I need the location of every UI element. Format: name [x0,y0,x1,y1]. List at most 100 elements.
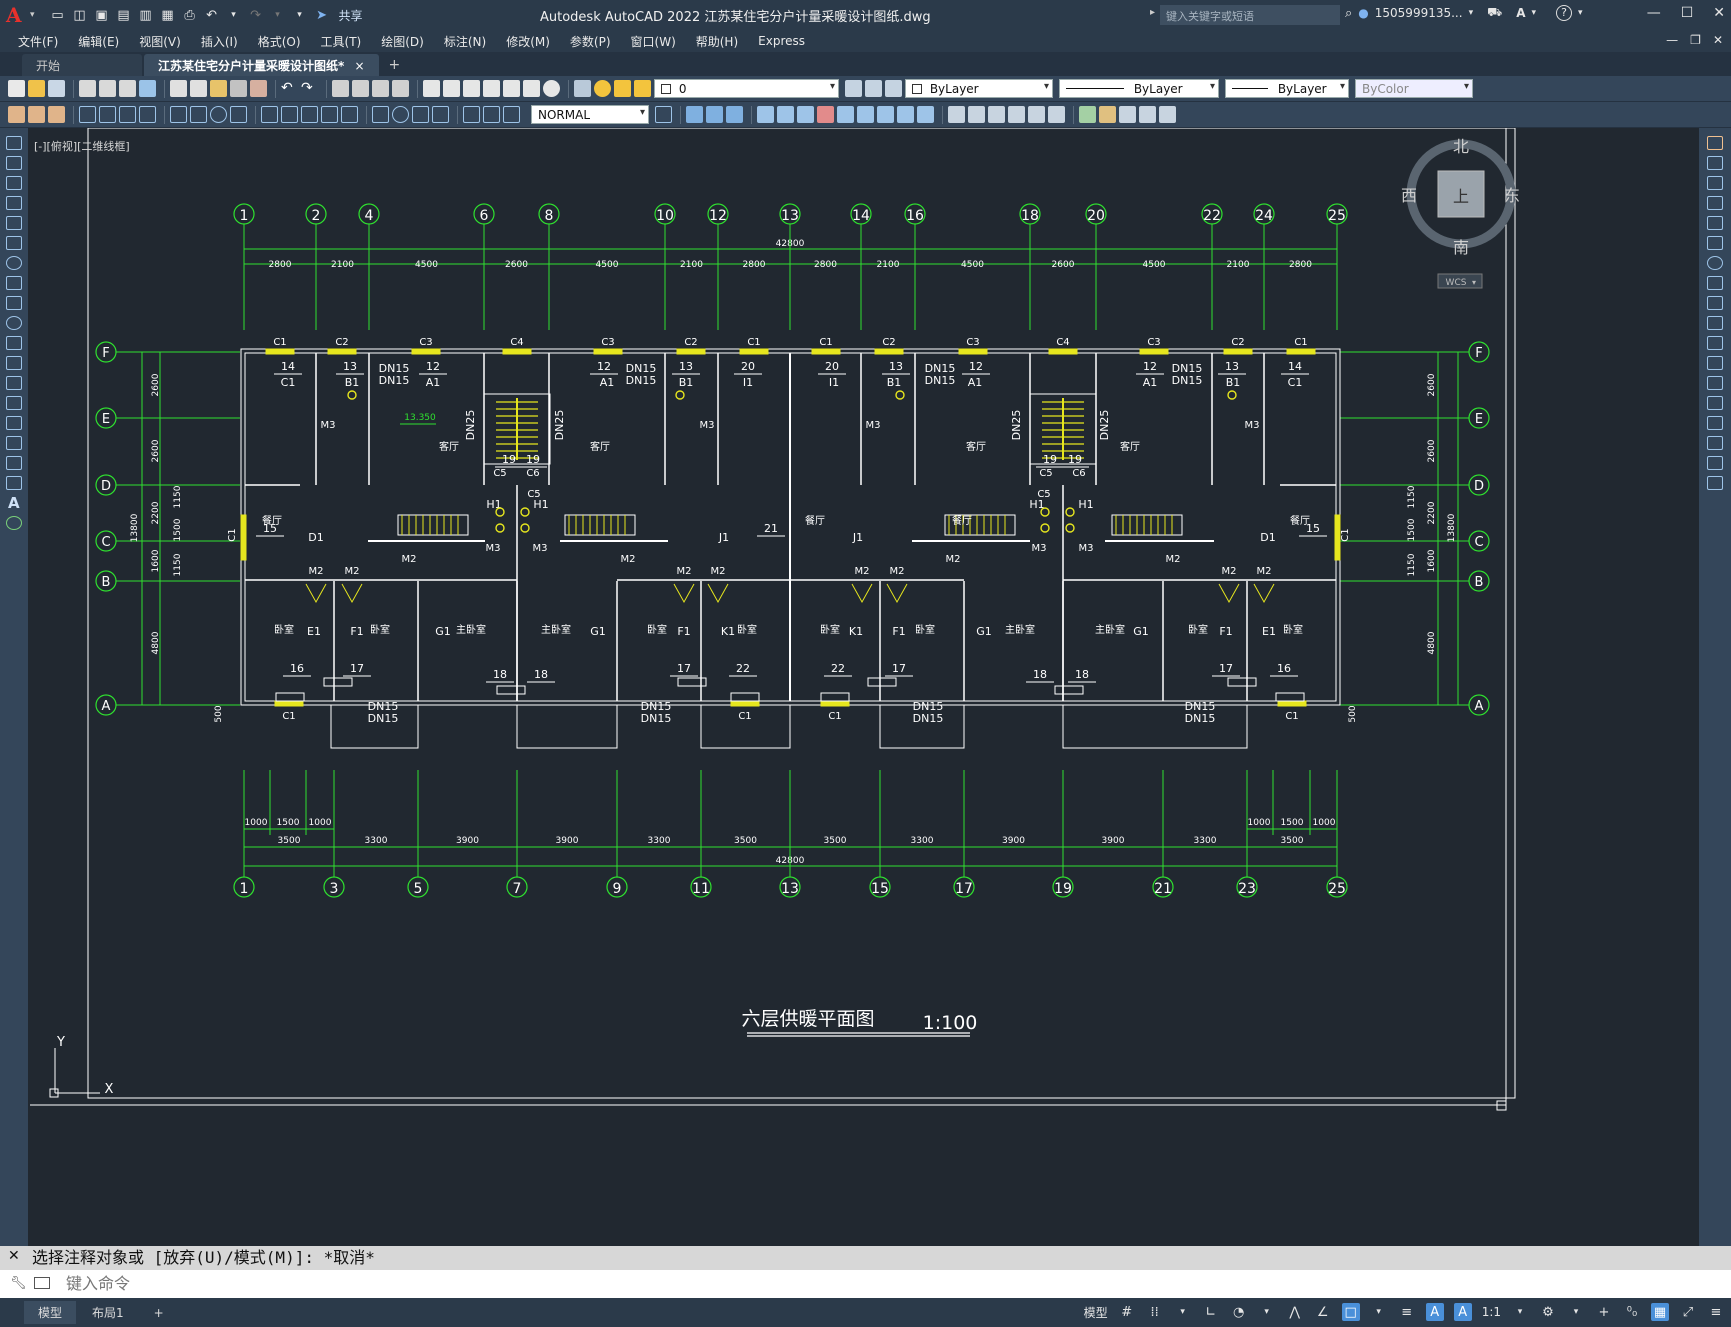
osnap-tracking-icon[interactable]: ∠ [1314,1303,1332,1321]
lights-icon[interactable] [1008,106,1025,123]
line-icon[interactable] [6,136,22,150]
annotation-monitor-icon[interactable]: + [1595,1303,1613,1321]
tab-drawing[interactable]: 江苏某住宅分户计量采暖设计图纸* × [144,54,379,76]
linetype-dropdown[interactable]: ByLayer ▾ [1059,79,1219,98]
color-dropdown[interactable]: ByLayer ▾ [905,79,1053,98]
camera-icon[interactable] [1028,106,1045,123]
join-icon[interactable] [1707,396,1723,410]
center-mark-icon[interactable] [392,106,409,123]
walk-icon[interactable] [1048,106,1065,123]
undo-toolbar-icon[interactable]: ↶ [281,80,298,97]
hatch-icon[interactable] [6,416,22,430]
minimize-icon[interactable]: — [1647,5,1661,21]
menu-tools[interactable]: 工具(T) [321,33,362,50]
publish-icon[interactable] [119,80,136,97]
layer-freeze-icon[interactable] [614,80,631,97]
jogged-linear-icon[interactable] [432,106,449,123]
layer-isolate-icon[interactable] [28,106,45,123]
dim-text-edit-icon[interactable] [483,106,500,123]
redo-icon[interactable]: ↷ [247,6,265,24]
ucs-3point-icon[interactable] [917,106,934,123]
open-icon[interactable] [28,80,45,97]
layer-walk-icon[interactable] [48,106,65,123]
viewport-controls[interactable]: [-][俯视][二维线框] [34,138,130,154]
revcloud-icon[interactable] [6,276,22,290]
make-current-layer-icon[interactable] [845,80,862,97]
circle-icon[interactable] [6,256,22,270]
menu-insert[interactable]: 插入(I) [201,33,238,50]
rotate-icon[interactable] [1707,256,1723,270]
break-at-point-icon[interactable] [1707,356,1723,370]
dim-break-icon[interactable] [341,106,358,123]
app-logo[interactable]: A [6,4,28,26]
autodesk-a360-icon[interactable]: A [1516,6,1525,20]
sheet-set-icon[interactable] [483,80,500,97]
customize-qat-icon[interactable]: ▾ [291,6,309,24]
offset-icon[interactable] [1707,196,1723,210]
diameter-dim-icon[interactable] [210,106,227,123]
properties-icon[interactable] [423,80,440,97]
save-toolbar-icon[interactable] [48,80,65,97]
cut-icon[interactable] [170,80,187,97]
markup-icon[interactable] [503,80,520,97]
lineweight-display-icon[interactable]: ≡ [1398,1303,1416,1321]
table-icon[interactable] [6,476,22,490]
ellipse-arc-icon[interactable] [6,336,22,350]
tool-palettes-icon[interactable] [463,80,480,97]
trim-icon[interactable] [1707,316,1723,330]
pan-icon[interactable] [332,80,349,97]
rectangle-icon[interactable] [6,216,22,230]
ucs-face-icon[interactable] [817,106,834,123]
snapshot-icon[interactable] [1159,106,1176,123]
orbit-continuous-icon[interactable] [1119,106,1136,123]
search-icon[interactable]: ⌕ [1345,6,1352,21]
orbit-icon[interactable] [1079,106,1096,123]
save-as-icon[interactable]: ▤ [115,6,133,24]
plot-icon[interactable]: ⎙ [181,6,199,24]
calculator-icon[interactable] [523,80,540,97]
linear-dim-icon[interactable] [79,106,96,123]
continue-dim-icon[interactable] [301,106,318,123]
point-icon[interactable] [6,396,22,410]
explode-icon[interactable] [1707,476,1723,490]
tab-layout1[interactable]: 布局1 [78,1301,138,1324]
units-icon[interactable]: ⁰₀ [1623,1303,1641,1321]
recent-commands-icon[interactable] [34,1277,50,1289]
view-back-icon[interactable] [706,106,723,123]
command-input[interactable]: 键入命令 [0,1270,1731,1298]
menu-view[interactable]: 视图(V) [139,33,181,50]
fillet-icon[interactable] [1707,436,1723,450]
ucs-origin-icon[interactable] [877,106,894,123]
menu-draw[interactable]: 绘图(D) [381,33,424,50]
user-icon[interactable]: ● [1358,6,1368,20]
menu-format[interactable]: 格式(O) [258,33,301,50]
customization-icon[interactable]: ≡ [1707,1303,1725,1321]
share-icon[interactable]: ➤ [313,6,331,24]
radius-dim-icon[interactable] [170,106,187,123]
menu-file[interactable]: 文件(F) [18,33,58,50]
design-center-icon[interactable] [443,80,460,97]
gradient-icon[interactable] [6,436,22,450]
new-file-icon[interactable]: ▭ [49,6,67,24]
doc-restore-icon[interactable]: ❐ [1690,33,1701,47]
viewport-icon[interactable] [1139,106,1156,123]
ucs-world-icon[interactable] [777,106,794,123]
doc-close-icon[interactable]: ✕ [1713,33,1723,47]
arc-icon[interactable] [6,236,22,250]
dimstyle-dropdown[interactable]: NORMAL ▾ [531,105,649,124]
view-front-icon[interactable] [686,106,703,123]
doc-minimize-icon[interactable]: — [1666,33,1678,47]
web-open-icon[interactable]: ▥ [137,6,155,24]
add-selected-icon[interactable] [6,516,22,530]
osnap-icon[interactable]: □ [1341,1303,1360,1321]
model-space-button[interactable]: 模型 [1084,1304,1108,1321]
zoom-realtime-icon[interactable] [352,80,369,97]
polar-dropdown-icon[interactable]: ▾ [1258,1303,1276,1321]
blend-icon[interactable] [1707,456,1723,470]
baseline-dim-icon[interactable] [281,106,298,123]
print-preview-icon[interactable] [99,80,116,97]
dim-update-icon[interactable] [503,106,520,123]
extend-icon[interactable] [1707,336,1723,350]
chamfer-icon[interactable] [1707,416,1723,430]
zoom-previous-icon[interactable] [392,80,409,97]
